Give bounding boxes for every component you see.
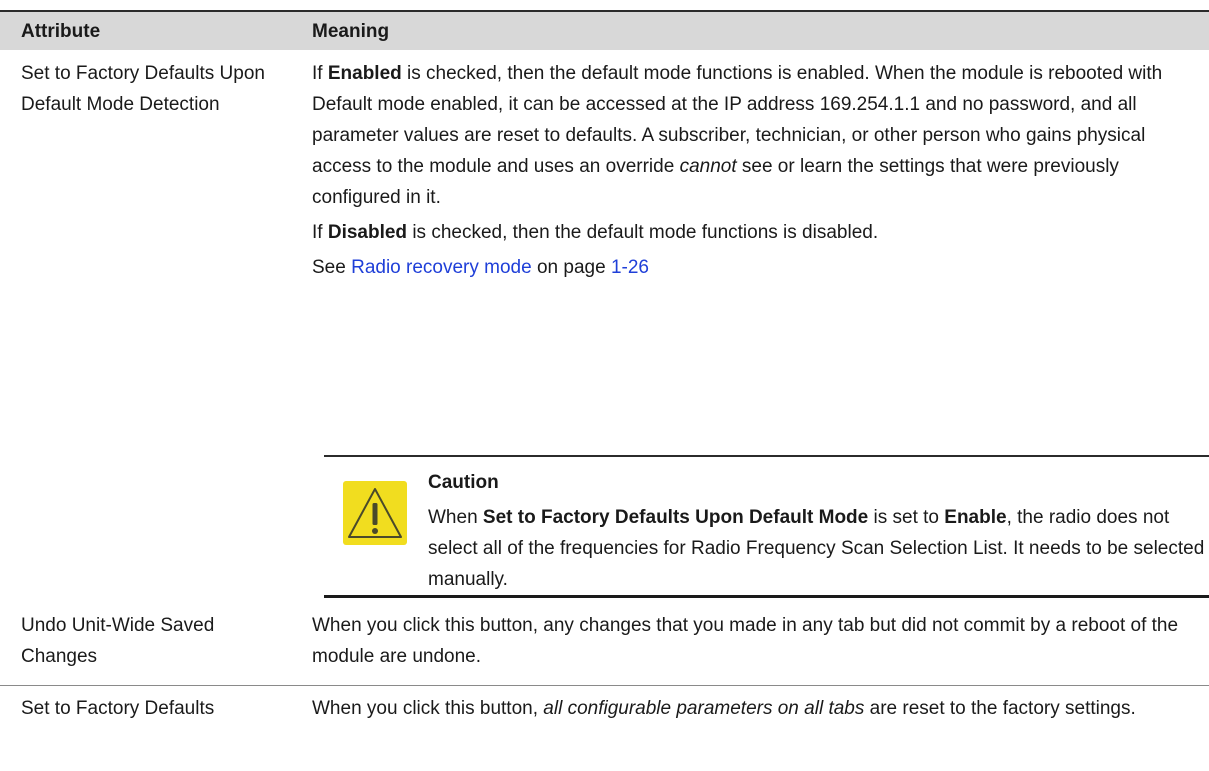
row1-meaning: If Enabled is checked, then the default … [312,58,1202,283]
warning-triangle-icon [343,481,407,545]
row1-paragraph-2: If Disabled is checked, then the default… [312,222,879,243]
row3-attribute: Set to Factory Defaults [21,698,215,719]
row2-meaning: When you click this button, any changes … [312,615,1179,667]
header-meaning: Meaning [312,21,390,42]
caution-text: When Set to Factory Defaults Upon Defaul… [428,507,1205,590]
caution-top-rule [324,455,1209,457]
row1-paragraph-1: If Enabled is checked, then the default … [312,63,1163,208]
row3-meaning: When you click this button, all configur… [312,698,1136,719]
page-reference-link[interactable]: 1-26 [611,257,649,278]
caution-title: Caution [428,472,499,493]
caution-bottom-rule [324,595,1209,598]
row1-paragraph-3: See Radio recovery mode on page 1-26 [312,257,649,278]
radio-recovery-mode-link[interactable]: Radio recovery mode [351,257,532,278]
row-divider [0,685,1209,686]
row2-attribute: Undo Unit-Wide Saved Changes [21,615,215,667]
table-header: Attribute Meaning [0,10,1209,50]
header-attribute: Attribute [21,21,101,42]
row1-attribute: Set to Factory Defaults Upon Default Mod… [21,63,265,115]
